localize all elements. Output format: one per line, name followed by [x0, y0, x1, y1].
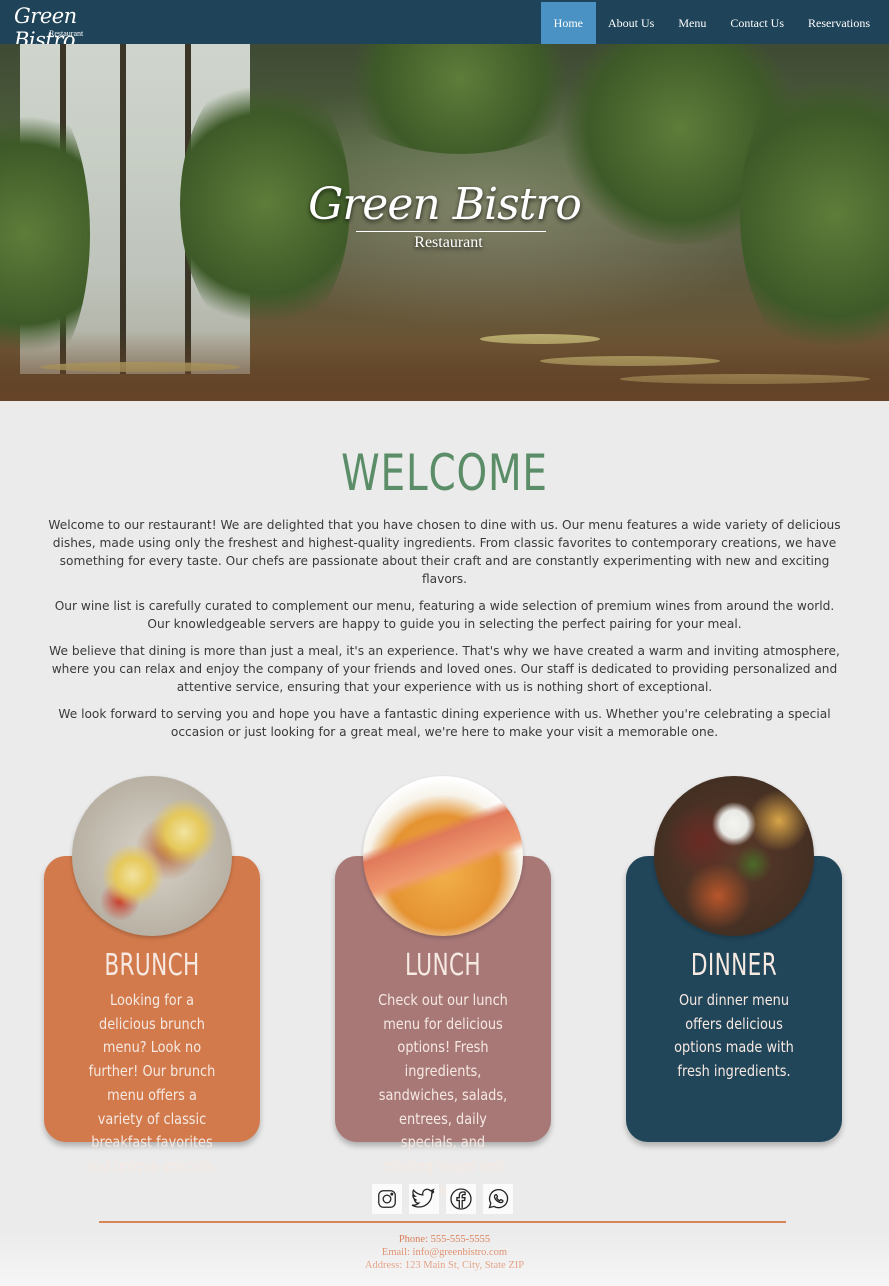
instagram-icon[interactable] — [372, 1184, 402, 1214]
whatsapp-icon[interactable] — [483, 1184, 513, 1214]
card-title: LUNCH — [404, 948, 482, 983]
hero-subtitle: Restaurant — [414, 234, 483, 251]
hero-divider — [355, 231, 546, 232]
welcome-paragraph: We believe that dining is more than just… — [49, 644, 840, 694]
logo-subtitle: Restaurant — [49, 29, 84, 38]
social-links — [372, 1184, 513, 1214]
hero-title-block: Green Bistro Restaurant — [0, 179, 889, 252]
hero-floor — [0, 331, 889, 401]
hero-title: Green Bistro — [308, 179, 582, 230]
brunch-photo — [72, 776, 232, 936]
contact-email[interactable]: Email: info@greenbistro.com — [0, 1247, 889, 1260]
twitter-icon[interactable] — [409, 1184, 439, 1214]
contact-info: Phone: 555-555-5555 Email: info@greenbis… — [0, 1234, 889, 1272]
contact-phone: Phone: 555-555-5555 — [398, 1234, 491, 1245]
welcome-text: Welcome to our restaurant! We are deligh… — [48, 516, 841, 750]
top-navbar: Green Bistro Restaurant Home About Us Me… — [0, 0, 889, 52]
card-description: Our dinner menu offers delicious options… — [674, 991, 794, 1081]
nav-reservations[interactable]: Reservations — [796, 2, 882, 44]
facebook-icon[interactable] — [446, 1184, 476, 1214]
card-title: DINNER — [690, 948, 778, 983]
welcome-paragraph: Our wine list is carefully curated to co… — [54, 599, 835, 631]
card-description: Looking for a delicious brunch menu? Loo… — [85, 991, 219, 1175]
nav-menu[interactable]: Menu — [666, 2, 718, 44]
lunch-photo — [363, 776, 523, 936]
welcome-paragraph: Welcome to our restaurant! We are deligh… — [48, 518, 841, 586]
contact-address: Address: 123 Main St, City, State ZIP — [364, 1259, 525, 1271]
nav-about-us[interactable]: About Us — [596, 2, 666, 44]
nav-links: Home About Us Menu Contact Us Reservatio… — [540, 2, 882, 44]
footer-divider — [99, 1221, 786, 1223]
hero-banner: Green Bistro Restaurant — [0, 44, 889, 401]
dinner-photo — [654, 776, 814, 936]
welcome-paragraph: We look forward to serving you and hope … — [58, 707, 831, 739]
nav-contact-us[interactable]: Contact Us — [718, 2, 796, 44]
nav-home[interactable]: Home — [540, 2, 596, 44]
card-title: BRUNCH — [104, 948, 200, 983]
welcome-heading: WELCOME — [341, 444, 548, 502]
card-description: Check out our lunch menu for delicious o… — [378, 991, 508, 1199]
site-logo[interactable]: Green Bistro Restaurant — [14, 4, 124, 52]
hero-plant — [330, 44, 590, 154]
